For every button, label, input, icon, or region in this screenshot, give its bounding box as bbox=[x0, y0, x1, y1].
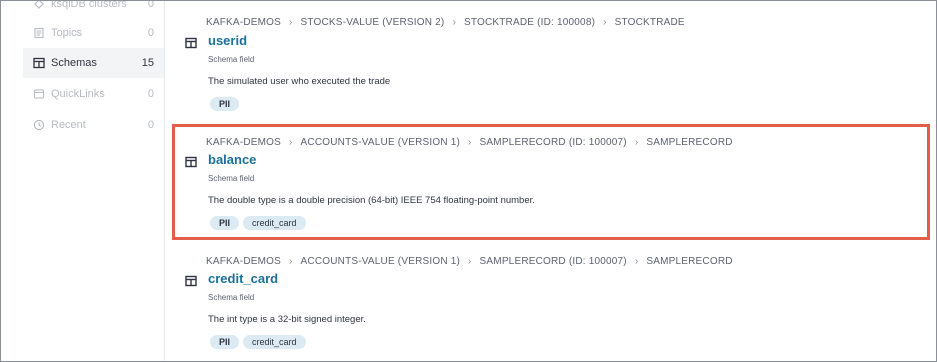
field-description: The int type is a 32-bit signed integer. bbox=[208, 314, 366, 325]
breadcrumb-item[interactable]: KAFKA-DEMOS bbox=[206, 256, 281, 267]
chevron-right-icon: › bbox=[634, 256, 639, 267]
field-description: The double type is a double precision (6… bbox=[208, 195, 535, 206]
chevron-right-icon: › bbox=[289, 17, 293, 28]
breadcrumb-item[interactable]: SAMPLERECORD (ID: 100007) bbox=[480, 137, 627, 148]
sidebar-item-count: 0 bbox=[147, 27, 154, 39]
sidebar: ksqlDB clusters 0 Topics 0 Schemas 15 Qu… bbox=[1, 0, 165, 361]
schema-field-icon bbox=[185, 274, 197, 287]
field-type: Schema field bbox=[208, 293, 255, 302]
field-type: Schema field bbox=[208, 55, 255, 64]
sidebar-item-quicklinks[interactable]: QuickLinks 0 bbox=[23, 79, 164, 109]
sidebar-item-label: QuickLinks bbox=[51, 88, 105, 100]
clock-icon bbox=[33, 119, 45, 131]
tag-badge[interactable]: PII bbox=[210, 97, 240, 111]
breadcrumb-item[interactable]: STOCKS-VALUE (VERSION 2) bbox=[301, 17, 445, 28]
schemas-icon bbox=[33, 57, 45, 69]
breadcrumb-item[interactable]: KAFKA-DEMOS bbox=[206, 137, 281, 148]
chevron-right-icon: › bbox=[468, 137, 472, 148]
field-type: Schema field bbox=[208, 174, 255, 183]
field-name-link[interactable]: credit_card bbox=[208, 271, 278, 286]
breadcrumb-item[interactable]: SAMPLERECORD bbox=[646, 137, 732, 148]
breadcrumb-item[interactable]: KAFKA-DEMOS bbox=[206, 17, 281, 28]
sidebar-item-count: 15 bbox=[141, 57, 154, 69]
sidebar-item-recent[interactable]: Recent 0 bbox=[23, 110, 164, 140]
tag-list: PII credit_card bbox=[210, 216, 306, 230]
breadcrumb-item[interactable]: STOCKTRADE (ID: 100008) bbox=[464, 17, 595, 28]
chevron-right-icon: › bbox=[603, 17, 607, 28]
tag-list: PII bbox=[210, 97, 240, 111]
breadcrumb: KAFKA-DEMOS › STOCKS-VALUE (VERSION 2) › STO… bbox=[206, 17, 685, 28]
sidebar-item-label: Recent bbox=[51, 119, 86, 131]
sidebar-item-label: Schemas bbox=[51, 57, 97, 69]
sidebar-item-count: 0 bbox=[147, 0, 154, 10]
breadcrumb-item[interactable]: ACCOUNTS-VALUE (VERSION 1) bbox=[301, 137, 460, 148]
sidebar-item-ksqldb[interactable]: ksqlDB clusters 0 bbox=[23, 0, 164, 19]
breadcrumb-item[interactable]: SAMPLERECORD (ID: 100007) bbox=[480, 256, 627, 267]
breadcrumb: KAFKA-DEMOS › ACCOUNTS-VALUE (VERSION 1) › S… bbox=[206, 256, 733, 267]
chevron-right-icon: › bbox=[289, 256, 293, 267]
sidebar-item-topics[interactable]: Topics 0 bbox=[23, 18, 164, 48]
breadcrumb-item[interactable]: ACCOUNTS-VALUE (VERSION 1) bbox=[301, 256, 460, 267]
sidebar-item-schemas[interactable]: Schemas 15 bbox=[23, 48, 164, 78]
breadcrumb: KAFKA-DEMOS › ACCOUNTS-VALUE (VERSION 1) › S… bbox=[206, 137, 733, 148]
quicklinks-icon bbox=[33, 88, 45, 100]
tag-badge[interactable]: PII bbox=[210, 335, 240, 349]
chevron-right-icon: › bbox=[289, 137, 293, 148]
sidebar-item-label: Topics bbox=[51, 27, 83, 39]
sidebar-item-count: 0 bbox=[147, 119, 154, 131]
chevron-right-icon: › bbox=[468, 256, 472, 267]
field-name-link[interactable]: balance bbox=[208, 152, 256, 167]
search-results-panel: ksqlDB clusters 0 Topics 0 Schemas 15 Qu… bbox=[0, 0, 937, 362]
tag-badge[interactable]: credit_card bbox=[243, 216, 306, 230]
field-description: The simulated user who executed the trad… bbox=[208, 76, 391, 87]
chevron-right-icon: › bbox=[452, 17, 456, 28]
breadcrumb-item[interactable]: SAMPLERECORD bbox=[646, 256, 732, 267]
sidebar-item-label: ksqlDB clusters bbox=[51, 0, 127, 10]
tag-list: PII credit_card bbox=[210, 335, 306, 349]
field-name-link[interactable]: userid bbox=[208, 33, 247, 48]
sidebar-item-count: 0 bbox=[147, 88, 154, 100]
tag-badge[interactable]: credit_card bbox=[243, 335, 306, 349]
topics-icon bbox=[33, 27, 45, 39]
breadcrumb-item[interactable]: STOCKTRADE bbox=[615, 17, 685, 28]
chevron-right-icon: › bbox=[634, 137, 639, 148]
schema-field-icon bbox=[185, 36, 197, 49]
ksqldb-icon bbox=[33, 1, 45, 10]
tag-badge[interactable]: PII bbox=[210, 216, 240, 230]
schema-field-icon bbox=[185, 155, 197, 168]
